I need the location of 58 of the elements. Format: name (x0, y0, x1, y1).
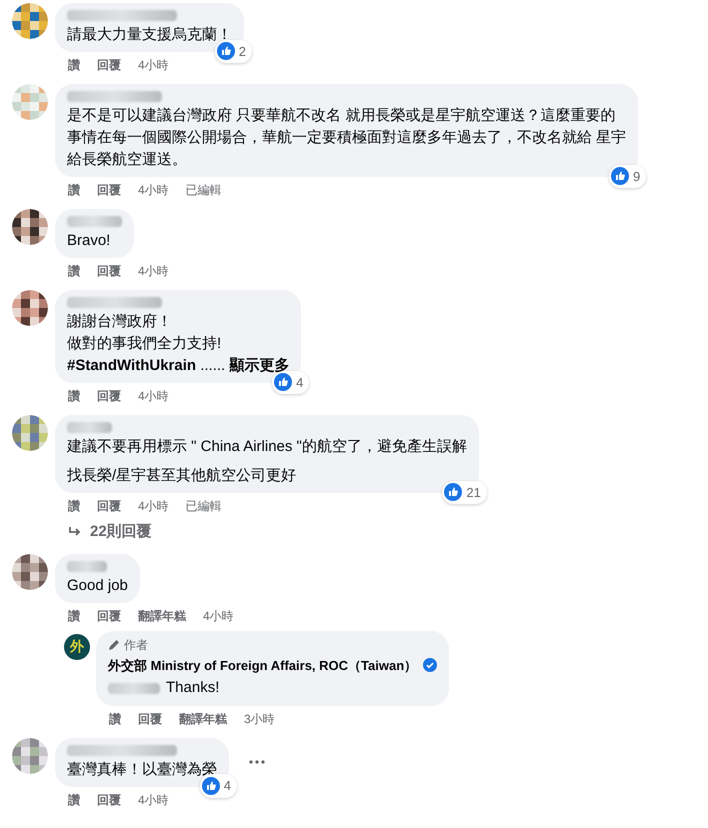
timestamp: 4小時 (203, 608, 234, 624)
comment-action-link[interactable]: 讚 (109, 710, 121, 728)
thumbs-up-icon (202, 776, 220, 795)
timestamp: 4小時 (138, 498, 169, 515)
comment-action-link[interactable]: 讚 (68, 56, 80, 74)
comment-action-link[interactable]: 讚 (68, 387, 80, 405)
comment-text: Good job (67, 576, 128, 596)
thumbs-up-icon (274, 373, 292, 392)
reply-text: Thanks! (166, 678, 220, 698)
reaction-badge[interactable]: 4 (200, 774, 237, 798)
author-name[interactable]: 外交部 Ministry of Foreign Affairs, ROC（Taiwan） (108, 656, 418, 675)
reaction-badge[interactable]: 21 (442, 480, 487, 504)
reaction-badge[interactable]: 2 (214, 40, 252, 63)
comment-text: Bravo! (67, 231, 112, 251)
comment-action-link[interactable]: 讚 (68, 497, 80, 515)
thumbs-up-icon (610, 167, 629, 186)
blurred-name (67, 422, 112, 433)
page-logo: 外 (64, 634, 90, 660)
more-options-icon[interactable] (249, 760, 265, 764)
blurred-name (108, 682, 160, 694)
timestamp: 4小時 (138, 57, 169, 74)
thumbs-up-icon (216, 42, 235, 60)
view-replies-link[interactable]: 22則回覆 (90, 521, 152, 544)
reaction-count: 9 (632, 168, 640, 186)
comment-action-link[interactable]: 讚 (68, 790, 80, 808)
reply-arrow-icon (68, 526, 82, 538)
timestamp: 4小時 (138, 792, 169, 808)
edited-label: 已編輯 (186, 498, 222, 515)
comment-action-link[interactable]: 回覆 (97, 497, 121, 515)
thumbs-up-icon (444, 483, 462, 502)
comment-action-link[interactable]: 回覆 (138, 710, 162, 728)
reaction-count: 4 (296, 374, 304, 392)
comment-action-link[interactable]: 讚 (68, 181, 80, 199)
comment-action-link[interactable]: 翻譯年糕 (179, 710, 227, 728)
reaction-count: 21 (466, 484, 481, 502)
pencil-icon (108, 638, 120, 650)
blurred-name (67, 216, 122, 227)
comment-action-link[interactable]: 回覆 (97, 387, 121, 405)
comment-action-link[interactable]: 讚 (68, 262, 80, 280)
reaction-badge[interactable]: 9 (608, 164, 646, 188)
edited-label: 已編輯 (186, 182, 222, 199)
comment-action-link[interactable]: 翻譯年糕 (138, 606, 186, 624)
blurred-name (67, 560, 107, 572)
comment-text: 找長榮/星宇甚至其他航空公司更好 (67, 466, 298, 486)
author-label: 作者 (124, 636, 148, 654)
comment-action-link[interactable]: 回覆 (97, 56, 121, 74)
comment-action-link[interactable]: 回覆 (97, 606, 121, 624)
reaction-count: 2 (238, 42, 246, 60)
comment-action-link[interactable]: 讚 (68, 606, 80, 624)
timestamp: 4小時 (138, 263, 169, 280)
comment-text: 建議不要再用標示 " China Airlines "的航空了，避免產生誤解 (67, 437, 467, 457)
timestamp: 4小時 (138, 182, 169, 199)
timestamp: 4小時 (138, 388, 169, 405)
timestamp: 3小時 (244, 710, 275, 728)
reaction-count: 4 (224, 777, 231, 795)
comment-action-link[interactable]: 回覆 (97, 790, 121, 808)
comment-action-link[interactable]: 回覆 (97, 181, 121, 199)
comment-action-link[interactable]: 回覆 (97, 262, 121, 280)
